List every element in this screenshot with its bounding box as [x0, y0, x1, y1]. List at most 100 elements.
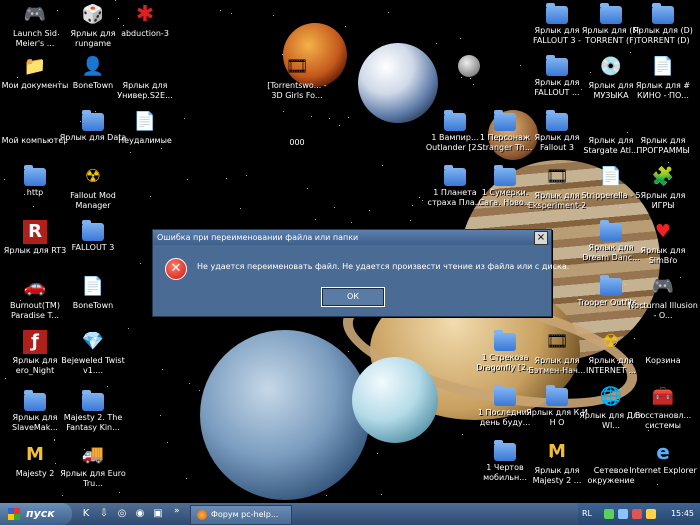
- document-icon: 📄: [133, 111, 157, 132]
- folder-icon: [546, 110, 568, 131]
- download-icon[interactable]: ⇩: [98, 508, 110, 520]
- desktop-icon-label: BoneTown: [72, 301, 114, 310]
- taskbar: пуск K ⇩ ◎ ◉ ▣ » Форум pc-help... RL 15:45: [0, 503, 700, 525]
- desktop-icon[interactable]: e Internet Explorer: [628, 440, 698, 476]
- firefox-icon[interactable]: ◉: [134, 508, 146, 520]
- desktop-icon-label: Ярлык для (D) TORRENT (D): [633, 26, 693, 45]
- video-file-icon: 🎞: [545, 166, 569, 187]
- desktop-icon[interactable]: 💎 Bejeweled Twist v1....: [58, 330, 128, 376]
- start-label: пуск: [26, 507, 55, 520]
- desktop-icon-label: FALLOUT 3: [71, 243, 115, 252]
- folder-icon: [494, 110, 516, 131]
- desktop-icon[interactable]: 🎮 Nocturnal Illusion - O...: [628, 275, 698, 321]
- folder-icon: [24, 390, 46, 411]
- desktop-icon-label: Ярлык для SimBro: [640, 246, 686, 265]
- desktop-icon-label: Ярлык для ИГРЫ: [640, 191, 686, 210]
- document-icon: 📄: [651, 56, 675, 77]
- desktop-icon[interactable]: 🎞 Ярлык для Универ.S2E...: [110, 55, 180, 101]
- radiation-icon: ☢: [602, 331, 620, 352]
- neptune-image: [200, 330, 370, 500]
- desktop-icon-label: Корзина: [645, 356, 681, 365]
- folder-icon: [444, 165, 466, 186]
- ok-button[interactable]: ОК: [321, 287, 385, 307]
- majesty-icon: M: [548, 441, 566, 462]
- dialog-title: Ошибка при переименовании файла или папк…: [157, 233, 359, 242]
- document-icon: 📄: [81, 276, 105, 297]
- update-tray-icon[interactable]: [646, 509, 656, 519]
- language-indicator[interactable]: RL: [582, 509, 592, 518]
- game-icon: 🎲: [81, 4, 105, 25]
- desktop-icon-label: Ярлык для # КИНО - ПО...: [635, 81, 691, 100]
- desktop-icon[interactable]: 🚚 Ярлык для Euro Tru...: [58, 443, 128, 489]
- uranus-image: [352, 357, 438, 443]
- error-icon: ✕: [165, 258, 187, 280]
- desktop-icon-label: Bejeweled Twist v1....: [61, 356, 125, 375]
- folder-icon: [494, 385, 516, 406]
- desktop-icon-label: Ярлык для ПРОГРАММЫ: [636, 136, 690, 155]
- desktop-icon[interactable]: 🎞 000: [262, 112, 332, 148]
- desktop[interactable]: 🎮 Launch Sid Meier's ... 🎲 Ярлык для rungam…: [0, 0, 700, 503]
- desktop-icon-label: abduction-3: [121, 29, 169, 38]
- desktop-icon[interactable]: ✱ abduction-3: [110, 3, 180, 39]
- desktop-icon-label: Fallout Mod Manager: [70, 191, 116, 210]
- video-file-icon: 🎞: [285, 113, 309, 134]
- desktop-icon[interactable]: 🛠 Ярлык для ПРОГРАММЫ: [628, 110, 698, 156]
- rename-error-dialog: Ошибка при переименовании файла или папк…: [152, 229, 569, 317]
- kaspersky-icon[interactable]: K: [80, 508, 92, 520]
- folder-icon: [546, 55, 568, 76]
- desktop-icon-label: Восстановл... системы: [634, 411, 692, 430]
- desktop-icon[interactable]: 📄 Ярлык для # КИНО - ПО...: [628, 55, 698, 101]
- folder-icon: [494, 330, 516, 351]
- dialog-close-button[interactable]: ×: [534, 231, 548, 245]
- desktop-icon[interactable]: 🧩 Ярлык для ИГРЫ: [628, 165, 698, 211]
- quick-launch-chevron[interactable]: »: [174, 506, 180, 516]
- desktop-icon-label: Неудалимые: [118, 136, 172, 145]
- windows-update-icon: 🌐: [599, 386, 623, 407]
- tools-icon: 🛠: [651, 111, 675, 132]
- folder-icon: [494, 165, 516, 186]
- folder-icon: [546, 385, 568, 406]
- start-button[interactable]: пуск: [0, 503, 72, 525]
- desktop-icon[interactable]: 🧰 Восстановл... системы: [628, 385, 698, 431]
- desktop-icon-label: 000: [289, 138, 305, 147]
- dialog-title-bar[interactable]: Ошибка при переименовании файла или папк…: [153, 230, 551, 245]
- desktop-icon[interactable]: ▣: [152, 508, 164, 520]
- desktop-icon[interactable]: 🗑 Корзина: [628, 330, 698, 366]
- desktop-icon[interactable]: ☢ Fallout Mod Manager: [58, 165, 128, 211]
- flash-icon: ƒ: [23, 330, 47, 354]
- recycle-bin-icon: 🗑: [651, 331, 675, 352]
- desktop-icon-label: [Torrentswo... - 3D Girls Fo...: [267, 81, 327, 100]
- antivirus-tray-icon[interactable]: [632, 509, 642, 519]
- desktop-icon-label: Internet Explorer: [629, 466, 697, 475]
- desktop-icon[interactable]: Majesty 2. The Fantasy Kin...: [58, 390, 128, 433]
- game-icon: 🚗: [23, 276, 47, 297]
- folder-icon: [444, 110, 466, 131]
- video-file-icon: 🎞: [133, 56, 157, 77]
- folder-icon: [82, 220, 104, 241]
- folder-icon: [600, 3, 622, 24]
- moon-image: [458, 55, 480, 77]
- globe-icon[interactable]: ◎: [116, 508, 128, 520]
- desktop-icon[interactable]: FALLOUT 3: [58, 220, 128, 253]
- my-documents-icon: 📁: [23, 56, 47, 77]
- volume-tray-icon[interactable]: [618, 509, 628, 519]
- puzzle-icon: 🧩: [651, 166, 675, 187]
- desktop-icon[interactable]: 🎞 [Torrentswo... - 3D Girls Fo...: [262, 55, 332, 101]
- red-splash-icon: ✱: [135, 2, 155, 27]
- clock[interactable]: 15:45: [671, 509, 694, 518]
- desktop-icon[interactable]: 📄 Неудалимые: [110, 110, 180, 146]
- folder-icon: [546, 3, 568, 24]
- folder-icon: [494, 440, 516, 461]
- taskbar-window-button[interactable]: Форум pc-help...: [190, 505, 292, 525]
- fallout-icon: ☢: [84, 166, 102, 187]
- network-tray-icon[interactable]: [604, 509, 614, 519]
- desktop-icon[interactable]: 📄 BoneTown: [58, 275, 128, 311]
- folder-icon: [82, 110, 104, 131]
- heart-icon: ♥: [654, 221, 672, 242]
- desktop-icon-label: Ярлык для Универ.S2E...: [117, 81, 173, 100]
- desktop-icon[interactable]: ♥ Ярлык для SimBro: [628, 220, 698, 266]
- desktop-icon-label: Ярлык для Euro Tru...: [60, 469, 126, 488]
- document-icon: 📄: [599, 166, 623, 187]
- desktop-icon[interactable]: Ярлык для (D) TORRENT (D): [628, 3, 698, 46]
- folder-icon: [600, 275, 622, 296]
